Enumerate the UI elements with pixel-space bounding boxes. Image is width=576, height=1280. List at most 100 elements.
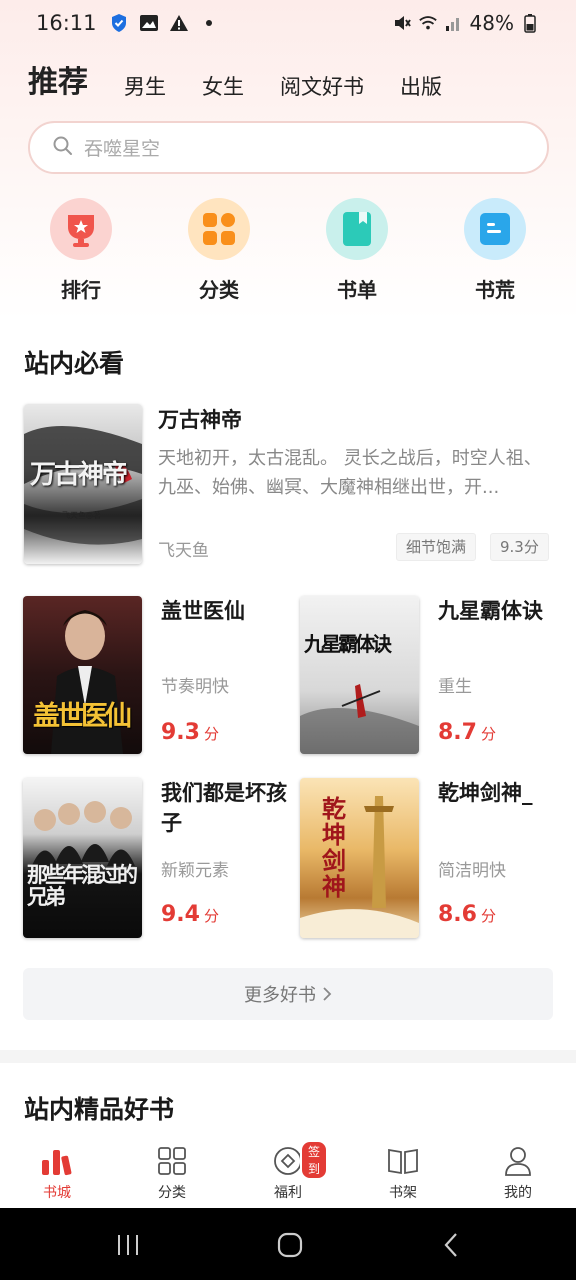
battery-icon bbox=[520, 13, 540, 33]
quick-entry-booklist[interactable]: 书单 bbox=[307, 198, 407, 303]
chevron-right-icon bbox=[322, 986, 332, 1002]
status-notifications bbox=[109, 13, 219, 33]
score-unit: 分 bbox=[203, 907, 219, 925]
bottom-navigation: 书城 分类 签到 福利 书架 我的 bbox=[0, 1136, 576, 1208]
nav-label: 我的 bbox=[504, 1185, 532, 1201]
wifi-icon bbox=[418, 13, 438, 33]
quick-entries: 排行 分类 书单 书荒 bbox=[0, 198, 576, 308]
book-score: 9.3 分 bbox=[161, 720, 219, 745]
status-time: 16:11 bbox=[36, 11, 97, 35]
section-title-premium: 站内精品好书 bbox=[24, 1095, 175, 1124]
category-icon bbox=[155, 1144, 189, 1178]
book-author: 飞天鱼 bbox=[158, 541, 209, 561]
book-cover[interactable]: 那些年混过的兄弟 bbox=[23, 778, 142, 938]
dot-icon bbox=[199, 13, 219, 33]
shield-check-icon bbox=[109, 13, 129, 33]
tab-male[interactable]: 男生 bbox=[124, 72, 166, 102]
book-score: 8.7 分 bbox=[438, 720, 496, 745]
book-tag: 节奏明快 bbox=[161, 677, 229, 697]
quick-entry-label: 分类 bbox=[199, 278, 239, 302]
mute-icon bbox=[392, 13, 412, 33]
score-value: 9.4 bbox=[161, 902, 200, 927]
book-item[interactable]: 乾坤剑神 乾坤剑神_ 简洁明快 8.6 分 bbox=[300, 778, 564, 938]
system-navigation-bar bbox=[0, 1208, 576, 1280]
book-description: 天地初开，太古混乱。 灵长之战后，时空人祖、九巫、始佛、幽冥、大魔神相继出世，开… bbox=[158, 448, 542, 498]
book-cover[interactable]: 万古神帝 飞天鱼◎著 bbox=[24, 404, 142, 564]
quick-entry-label: 书单 bbox=[337, 278, 377, 302]
quick-entry-label: 书荒 bbox=[475, 278, 515, 302]
cover-title: 盖世医仙 bbox=[33, 701, 132, 732]
section-divider bbox=[0, 1050, 576, 1063]
cover-title: 万古神帝 bbox=[30, 460, 128, 490]
nav-welfare[interactable]: 签到 福利 bbox=[248, 1140, 328, 1202]
nav-category[interactable]: 分类 bbox=[132, 1144, 212, 1202]
search-bar[interactable]: 吞噬星空 bbox=[28, 121, 549, 174]
trophy-icon bbox=[50, 198, 112, 260]
signal-icon bbox=[444, 13, 464, 33]
home-icon[interactable] bbox=[270, 1230, 310, 1260]
status-bar: 16:11 48% bbox=[0, 0, 576, 46]
cover-author: 飞天鱼◎著 bbox=[62, 511, 101, 520]
score-unit: 分 bbox=[203, 725, 219, 743]
book-title[interactable]: 乾坤剑神_ bbox=[438, 778, 564, 808]
book-item[interactable]: 盖世医仙 盖世医仙 节奏明快 9.3 分 bbox=[23, 596, 287, 756]
top-tabs: 推荐 男生 女生 阅文好书 出版 bbox=[28, 58, 478, 102]
featured-book[interactable]: 万古神帝 飞天鱼◎著 万古神帝 天地初开，太古混乱。 灵长之战后，时空人祖、九巫… bbox=[24, 404, 554, 566]
book-title[interactable]: 盖世医仙 bbox=[161, 596, 287, 626]
nav-label: 分类 bbox=[158, 1185, 186, 1201]
bookstore-icon bbox=[40, 1144, 74, 1178]
book-title[interactable]: 我们都是坏孩子 bbox=[161, 778, 287, 838]
nav-label: 福利 bbox=[274, 1185, 302, 1201]
nav-bookshelf[interactable]: 书架 bbox=[363, 1144, 443, 1202]
section-title-must-read: 站内必看 bbox=[24, 349, 125, 378]
quick-entry-book-shortage[interactable]: 书荒 bbox=[445, 198, 545, 303]
book-cover[interactable]: 盖世医仙 bbox=[23, 596, 142, 754]
nav-label: 书城 bbox=[43, 1185, 71, 1201]
book-tag: 简洁明快 bbox=[438, 861, 506, 881]
nav-bookstore[interactable]: 书城 bbox=[17, 1144, 97, 1202]
image-icon bbox=[139, 13, 159, 33]
more-books-label: 更多好书 bbox=[244, 985, 316, 1006]
tab-recommend[interactable]: 推荐 bbox=[28, 64, 88, 102]
checkin-badge[interactable]: 签到 bbox=[300, 1140, 328, 1180]
battery-percent: 48% bbox=[469, 11, 514, 35]
search-placeholder: 吞噬星空 bbox=[84, 138, 161, 160]
quick-entry-category[interactable]: 分类 bbox=[169, 198, 269, 303]
book-tag: 细节饱满 bbox=[396, 533, 477, 561]
book-score: 9.4 分 bbox=[161, 902, 219, 927]
search-icon bbox=[52, 135, 74, 161]
tab-female[interactable]: 女生 bbox=[202, 72, 244, 102]
book-item[interactable]: 九星霸体诀 九星霸体诀 重生 8.7 分 bbox=[300, 596, 564, 756]
book-score: 8.6 分 bbox=[438, 902, 496, 927]
book-title[interactable]: 九星霸体诀 bbox=[438, 596, 564, 626]
bookshelf-icon bbox=[386, 1144, 420, 1178]
score-unit: 分 bbox=[480, 725, 496, 743]
cover-title: 乾坤剑神 bbox=[322, 794, 346, 901]
quick-entry-ranking[interactable]: 排行 bbox=[31, 198, 131, 303]
quick-entry-label: 排行 bbox=[61, 278, 101, 302]
book-list-icon bbox=[326, 198, 388, 260]
score-unit: 分 bbox=[480, 907, 496, 925]
score-value: 8.6 bbox=[438, 902, 477, 927]
grid-icon bbox=[188, 198, 250, 260]
book-item[interactable]: 那些年混过的兄弟 我们都是坏孩子 新颖元素 9.4 分 bbox=[23, 778, 287, 938]
book-cover[interactable]: 九星霸体诀 bbox=[300, 596, 419, 754]
book-tag: 重生 bbox=[438, 677, 472, 697]
more-books-button[interactable]: 更多好书 bbox=[23, 968, 553, 1020]
cover-title: 九星霸体诀 bbox=[304, 632, 392, 656]
warning-icon bbox=[169, 13, 189, 33]
book-score-tag: 9.3分 bbox=[490, 533, 549, 561]
score-value: 8.7 bbox=[438, 720, 477, 745]
book-tag: 新颖元素 bbox=[161, 861, 229, 881]
recent-apps-icon[interactable] bbox=[108, 1230, 148, 1260]
tab-yuewen-books[interactable]: 阅文好书 bbox=[280, 72, 364, 102]
book-title[interactable]: 万古神帝 bbox=[158, 404, 242, 434]
cover-title: 那些年混过的兄弟 bbox=[27, 862, 138, 909]
book-shortage-icon bbox=[464, 198, 526, 260]
back-icon[interactable] bbox=[432, 1230, 472, 1260]
book-cover[interactable]: 乾坤剑神 bbox=[300, 778, 419, 938]
nav-profile[interactable]: 我的 bbox=[478, 1144, 558, 1202]
profile-icon bbox=[501, 1144, 535, 1178]
nav-label: 书架 bbox=[389, 1185, 417, 1201]
tab-publishing[interactable]: 出版 bbox=[400, 72, 442, 102]
